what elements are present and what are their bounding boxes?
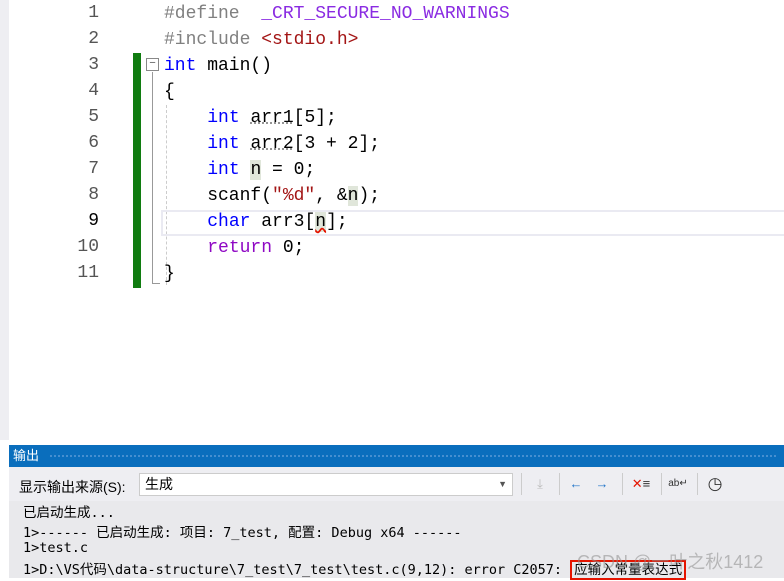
error-text: 1>D:\VS代码\data-structure\7_test\7_test\t… xyxy=(23,562,571,578)
code-token: scanf( xyxy=(164,186,273,206)
line-number: 6 xyxy=(88,133,99,153)
output-toolbar: 显示输出来源(S): 生成 ▼ ⤓ ← → ✕≡ ab↵ ◷ xyxy=(9,467,784,501)
code-token: arr1 xyxy=(250,108,294,128)
code-line[interactable]: #define _CRT_SECURE_NO_WARNINGS xyxy=(164,1,510,27)
code-token: 0; xyxy=(272,238,305,258)
line-number: 9 xyxy=(88,211,99,231)
title-grip xyxy=(49,454,778,458)
code-editor[interactable]: − 1 2 3 4 5 6 7 8 9 10 11 #define _CRT_SECURE_NO_W… xyxy=(0,0,784,440)
code-token: int xyxy=(164,56,197,76)
code-token: arr2 xyxy=(250,134,294,154)
change-bar xyxy=(133,53,141,288)
code-token: ]; xyxy=(326,212,348,232)
code-token: , & xyxy=(315,186,348,206)
code-line[interactable]: return 0; xyxy=(164,235,304,261)
code-token: arr3[ xyxy=(250,212,316,232)
code-token: "%d" xyxy=(272,186,316,206)
separator xyxy=(697,473,698,495)
line-number: 1 xyxy=(88,3,99,23)
chevron-down-icon: ▼ xyxy=(498,479,507,489)
line-number: 11 xyxy=(77,263,99,283)
code-line[interactable]: #include <stdio.h> xyxy=(164,27,358,53)
output-line: 1>test.c xyxy=(23,540,89,556)
output-line: 已启动生成... xyxy=(23,505,115,521)
line-number: 10 xyxy=(77,237,99,257)
goto-source-icon[interactable]: ⤓ xyxy=(528,473,552,495)
separator xyxy=(521,473,522,495)
separator xyxy=(661,473,662,495)
collapse-icon[interactable]: − xyxy=(146,58,159,71)
line-number: 7 xyxy=(88,159,99,179)
code-line[interactable]: int main() xyxy=(164,53,272,79)
code-line[interactable]: char arr3[n]; xyxy=(164,209,348,235)
line-number: 3 xyxy=(88,55,99,75)
code-token: int xyxy=(207,108,240,128)
code-token: } xyxy=(164,264,175,284)
line-number: 2 xyxy=(88,29,99,49)
code-line[interactable]: } xyxy=(164,261,175,287)
output-line: 1>------ 已启动生成: 项目: 7_test, 配置: Debug x6… xyxy=(23,525,462,541)
code-token: int xyxy=(207,134,240,154)
source-value: 生成 xyxy=(145,476,173,492)
separator xyxy=(559,473,560,495)
next-message-icon[interactable]: → xyxy=(590,473,614,495)
code-token: int xyxy=(207,160,240,180)
code-token: #define xyxy=(164,4,262,24)
fold-guide xyxy=(152,72,160,284)
output-panel-title[interactable]: 输出 xyxy=(9,445,784,467)
code-token: <stdio.h> xyxy=(261,30,359,50)
code-token: n xyxy=(250,160,262,180)
code-line[interactable]: int arr1[5]; xyxy=(164,105,337,131)
code-token: [3 + 2]; xyxy=(293,134,381,154)
clear-all-icon[interactable]: ✕≡ xyxy=(629,473,653,495)
line-number: 5 xyxy=(88,107,99,127)
line-number: 4 xyxy=(88,81,99,101)
code-token: n xyxy=(315,212,327,232)
prev-message-icon[interactable]: ← xyxy=(564,473,588,495)
code-token: return xyxy=(207,238,273,258)
output-source-select[interactable]: 生成 ▼ xyxy=(139,473,513,496)
separator xyxy=(622,473,623,495)
code-token: main() xyxy=(196,56,273,76)
code-token: char xyxy=(207,212,251,232)
word-wrap-icon[interactable]: ab↵ xyxy=(666,473,690,495)
code-line[interactable]: int n = 0; xyxy=(164,157,315,183)
code-token: [5]; xyxy=(293,108,337,128)
code-line[interactable]: scanf("%d", &n); xyxy=(164,183,380,209)
line-number: 8 xyxy=(88,185,99,205)
clock-icon[interactable]: ◷ xyxy=(703,473,727,495)
output-title: 输出 xyxy=(13,448,40,463)
source-label: 显示输出来源(S): xyxy=(19,479,126,495)
code-line[interactable]: { xyxy=(164,79,175,105)
watermark: CSDN @一叶之秋1412 xyxy=(577,552,764,572)
code-token: { xyxy=(164,82,175,102)
code-token: n xyxy=(347,186,359,206)
code-token: _CRT_SECURE_NO_WARNINGS xyxy=(261,4,510,24)
code-token: = 0; xyxy=(261,160,316,180)
code-token: #include xyxy=(164,30,262,50)
code-line[interactable]: int arr2[3 + 2]; xyxy=(164,131,380,157)
code-token: ); xyxy=(358,186,381,206)
